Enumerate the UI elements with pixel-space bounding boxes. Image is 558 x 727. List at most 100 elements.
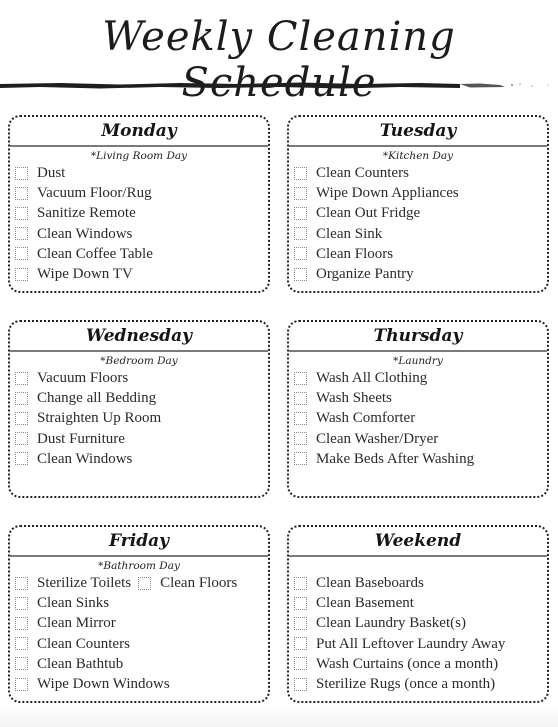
task-item[interactable]: Clean Coffee Table <box>15 244 268 264</box>
task-item[interactable]: Dust <box>15 163 268 183</box>
task-item[interactable]: Clean Windows <box>15 224 268 244</box>
task-label: Wash Comforter <box>316 410 416 427</box>
empty-checkbox-icon[interactable] <box>294 616 307 630</box>
day-card-tuesday: Tuesday *Kitchen Day Clean Counters Wipe… <box>287 115 549 293</box>
empty-checkbox-icon[interactable] <box>15 166 28 180</box>
task-item[interactable]: Clean Counters <box>294 163 547 183</box>
task-label: Clean Sink <box>316 225 383 242</box>
task-item[interactable]: Wipe Down TV <box>15 264 268 284</box>
task-label: Make Beds After Washing <box>316 450 475 467</box>
task-label: Wash All Clothing <box>316 370 428 387</box>
task-item[interactable]: Straighten Up Room <box>15 408 268 428</box>
day-subtitle: *Bedroom Day <box>100 355 178 367</box>
task-item[interactable]: Make Beds After Washing <box>294 449 547 469</box>
task-label: Put All Leftover Laundry Away <box>316 635 506 652</box>
day-subtitle: *Laundry <box>393 355 443 367</box>
empty-checkbox-icon[interactable] <box>15 596 28 610</box>
empty-checkbox-icon[interactable] <box>294 432 307 446</box>
task-label: Sanitize Remote <box>37 205 136 222</box>
task-item[interactable]: Sanitize Remote <box>15 203 268 223</box>
task-item[interactable]: Wipe Down Windows <box>15 674 268 694</box>
task-label: Clean Floors <box>316 245 394 262</box>
task-item[interactable]: Wash All Clothing <box>294 368 547 388</box>
empty-checkbox-icon[interactable] <box>15 452 28 466</box>
task-label: Wash Sheets <box>316 390 392 407</box>
task-item[interactable]: Dust Furniture <box>15 429 268 449</box>
empty-checkbox-icon[interactable] <box>294 267 307 281</box>
day-card-weekend: Weekend Clean Baseboards Clean Basement … <box>287 525 549 703</box>
brush-stroke-divider <box>0 82 549 89</box>
task-item[interactable]: Clean Laundry Basket(s) <box>294 613 547 633</box>
day-heading: Tuesday <box>289 117 547 147</box>
task-label: Straighten Up Room <box>37 410 162 427</box>
task-label: Vacuum Floor/Rug <box>37 185 152 202</box>
task-label: Clean Counters <box>37 635 130 652</box>
empty-checkbox-icon[interactable] <box>294 411 307 425</box>
task-item[interactable]: Clean Out Fridge <box>294 203 547 223</box>
task-item[interactable]: Organize Pantry <box>294 264 547 284</box>
empty-checkbox-icon[interactable] <box>294 596 307 610</box>
empty-checkbox-icon[interactable] <box>294 576 307 590</box>
task-item[interactable]: Clean Floors <box>294 244 547 264</box>
task-label: Clean Coffee Table <box>37 245 153 262</box>
empty-checkbox-icon[interactable] <box>294 206 307 220</box>
empty-checkbox-icon[interactable] <box>15 657 28 671</box>
task-item[interactable]: Clean Mirror <box>15 613 268 633</box>
empty-checkbox-icon[interactable] <box>138 576 152 590</box>
empty-checkbox-icon[interactable] <box>15 247 28 261</box>
task-item[interactable]: Sterilize Toilets Clean Floors <box>15 573 268 593</box>
task-item[interactable]: Wash Comforter <box>294 408 547 428</box>
empty-checkbox-icon[interactable] <box>15 371 28 385</box>
task-item[interactable]: Clean Sink <box>294 224 547 244</box>
task-item[interactable]: Clean Washer/Dryer <box>294 429 547 449</box>
empty-checkbox-icon[interactable] <box>15 227 28 241</box>
empty-checkbox-icon[interactable] <box>15 206 28 220</box>
day-subtitle <box>289 557 547 573</box>
day-heading: Monday <box>10 117 268 147</box>
task-item[interactable]: Vacuum Floor/Rug <box>15 183 268 203</box>
task-label: Wipe Down TV <box>37 266 133 283</box>
empty-checkbox-icon[interactable] <box>294 227 307 241</box>
task-item[interactable]: Put All Leftover Laundry Away <box>294 634 547 654</box>
empty-checkbox-icon[interactable] <box>15 576 28 590</box>
day-subtitle: *Bathroom Day <box>98 560 180 572</box>
empty-checkbox-icon[interactable] <box>294 391 307 405</box>
empty-checkbox-icon[interactable] <box>294 657 307 671</box>
day-subtitle: *Kitchen Day <box>382 150 454 162</box>
empty-checkbox-icon[interactable] <box>294 166 307 180</box>
empty-checkbox-icon[interactable] <box>294 677 307 691</box>
task-label: Dust <box>37 165 66 182</box>
task-item[interactable]: Clean Bathtub <box>15 654 268 674</box>
task-item[interactable]: Clean Basement <box>294 593 547 613</box>
task-item[interactable]: Vacuum Floors <box>15 368 268 388</box>
task-label: Change all Bedding <box>37 390 157 407</box>
task-item[interactable]: Clean Baseboards <box>294 573 547 593</box>
empty-checkbox-icon[interactable] <box>294 186 307 200</box>
task-item[interactable]: Wash Sheets <box>294 388 547 408</box>
task-item[interactable]: Sterilize Rugs (once a month) <box>294 674 547 694</box>
empty-checkbox-icon[interactable] <box>15 432 28 446</box>
task-item[interactable]: Wash Curtains (once a month) <box>294 654 547 674</box>
task-label: Clean Basement <box>316 595 414 612</box>
empty-checkbox-icon[interactable] <box>15 186 28 200</box>
task-item[interactable]: Clean Windows <box>15 449 268 469</box>
task-item[interactable]: Wipe Down Appliances <box>294 183 547 203</box>
page-title: Weekly Cleaning Schedule <box>102 14 456 106</box>
empty-checkbox-icon[interactable] <box>15 391 28 405</box>
task-item[interactable]: Change all Bedding <box>15 388 268 408</box>
empty-checkbox-icon[interactable] <box>15 637 28 651</box>
empty-checkbox-icon[interactable] <box>294 452 307 466</box>
empty-checkbox-icon[interactable] <box>294 247 307 261</box>
empty-checkbox-icon[interactable] <box>294 371 307 385</box>
empty-checkbox-icon[interactable] <box>15 616 28 630</box>
task-label: Clean Sinks <box>37 595 110 612</box>
task-item[interactable]: Clean Sinks <box>15 593 268 613</box>
empty-checkbox-icon[interactable] <box>15 411 28 425</box>
empty-checkbox-icon[interactable] <box>15 267 28 281</box>
empty-checkbox-icon[interactable] <box>294 637 307 651</box>
task-label: Dust Furniture <box>37 430 125 447</box>
task-item[interactable]: Clean Counters <box>15 634 268 654</box>
task-label: Clean Laundry Basket(s) <box>316 615 466 632</box>
task-label: Clean Mirror <box>37 615 116 632</box>
empty-checkbox-icon[interactable] <box>15 677 28 691</box>
